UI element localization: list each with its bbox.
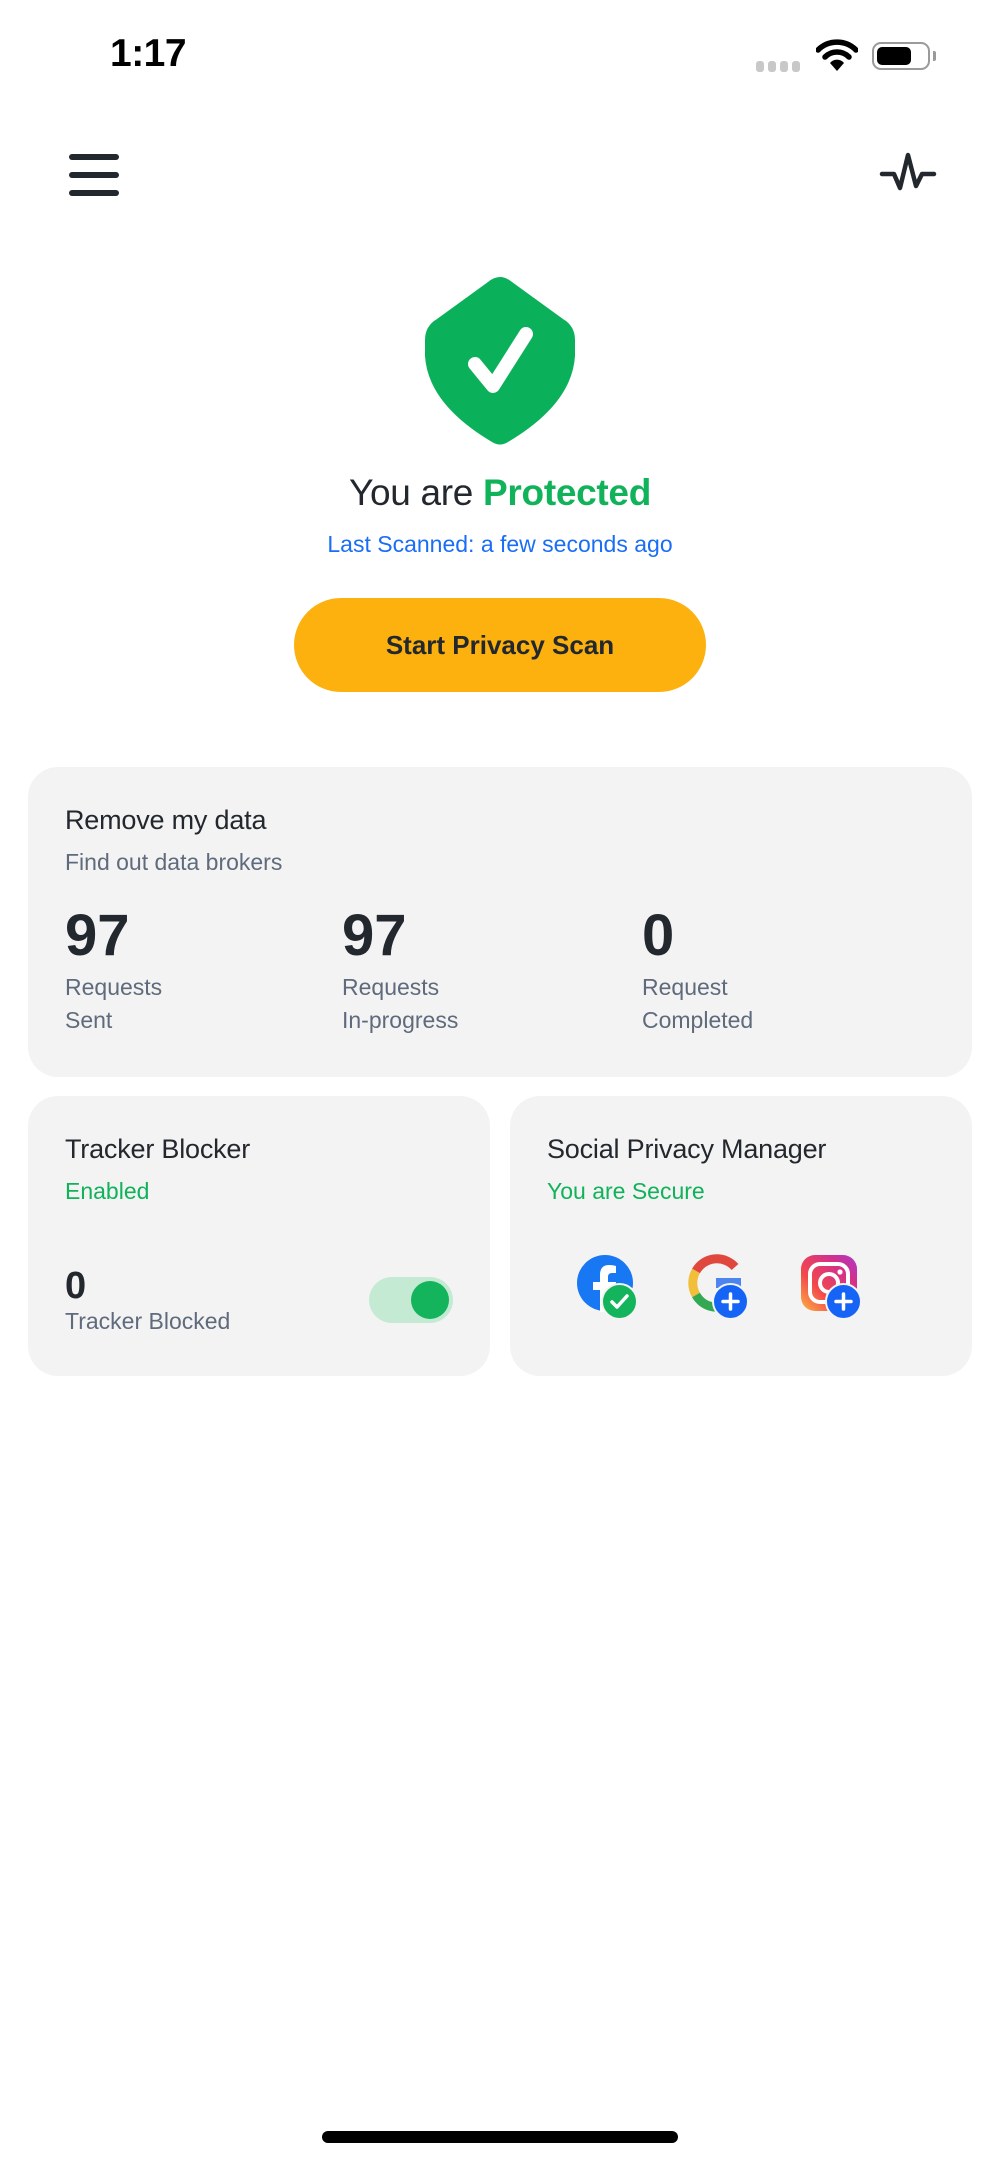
card-title: Remove my data (65, 805, 267, 835)
menu-button[interactable] (60, 140, 128, 206)
battery-cap (933, 51, 936, 61)
stat-requests-completed: 0 Request Completed (642, 905, 753, 1037)
social-status: You are Secure (547, 1178, 705, 1204)
protection-status-heading: You are Protected (0, 472, 1000, 514)
last-scanned-text[interactable]: Last Scanned: a few seconds ago (0, 531, 1000, 558)
facebook-account-button[interactable] (576, 1254, 638, 1320)
tracker-count-label: Tracker Blocked (65, 1308, 231, 1334)
stat-label-line1: Requests (342, 974, 440, 1000)
stat-requests-sent: 97 Requests Sent (65, 905, 162, 1037)
headline-prefix: You are (348, 472, 484, 513)
cellular-signal-icon (756, 61, 800, 72)
shield-check-icon (425, 277, 575, 445)
tracker-count: 0 (65, 1265, 87, 1307)
tracker-status: Enabled (65, 1178, 150, 1204)
stat-requests-in-progress: 97 Requests In-progress (342, 905, 458, 1037)
protection-status: Protected (483, 472, 652, 513)
tracker-blocker-toggle[interactable] (369, 1277, 453, 1323)
stat-label-line2: Sent (65, 1007, 113, 1033)
stat-label-line1: Request (642, 974, 728, 1000)
stat-label-line2: In-progress (342, 1007, 459, 1033)
remove-my-data-card[interactable]: Remove my data Find out data brokers 97 … (28, 767, 972, 1077)
stat-label: Requests Sent (65, 971, 162, 1037)
check-badge-icon (601, 1283, 638, 1320)
google-account-button[interactable] (687, 1254, 749, 1320)
card-title: Tracker Blocker (65, 1134, 251, 1164)
add-badge-icon (825, 1283, 862, 1320)
stat-label-line2: Completed (642, 1007, 754, 1033)
stat-label: Request Completed (642, 971, 753, 1037)
status-time: 1:17 (110, 32, 187, 75)
card-subtitle: Find out data brokers (65, 849, 283, 875)
instagram-account-button[interactable] (800, 1254, 862, 1320)
social-privacy-manager-card[interactable]: Social Privacy Manager You are Secure (510, 1096, 972, 1376)
start-privacy-scan-button[interactable]: Start Privacy Scan (294, 598, 706, 692)
home-indicator[interactable] (322, 2131, 678, 2143)
battery-icon (872, 42, 930, 70)
stat-label-line1: Requests (65, 974, 163, 1000)
stat-label: Requests In-progress (342, 971, 458, 1037)
wifi-icon (816, 39, 858, 71)
pulse-activity-icon (879, 152, 937, 191)
activity-button[interactable] (874, 142, 940, 204)
stat-value: 97 (65, 903, 130, 968)
tracker-blocker-card[interactable]: Tracker Blocker Enabled 0 Tracker Blocke… (28, 1096, 490, 1376)
card-title: Social Privacy Manager (547, 1134, 827, 1164)
stat-value: 0 (642, 903, 675, 968)
stat-value: 97 (342, 903, 407, 968)
add-badge-icon (712, 1283, 749, 1320)
toggle-knob (411, 1281, 449, 1319)
